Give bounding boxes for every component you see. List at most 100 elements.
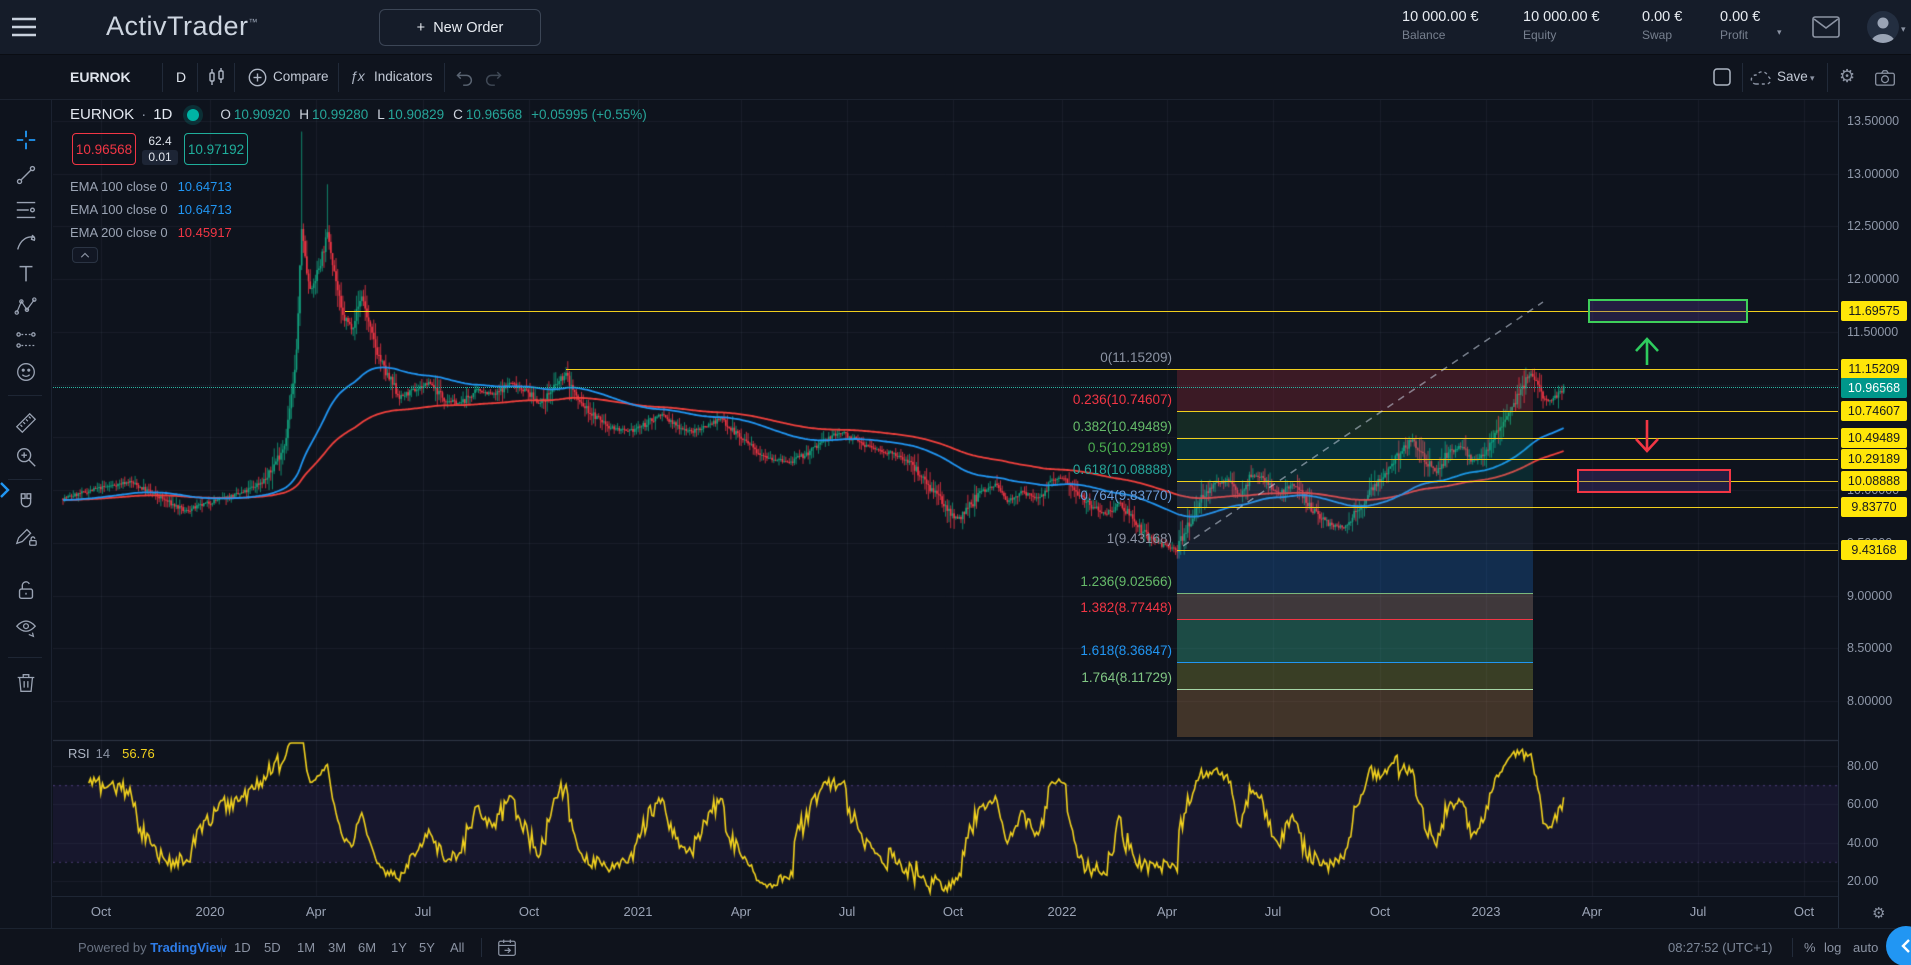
divider bbox=[1742, 63, 1743, 92]
indicator-row[interactable]: EMA 100 close 010.64713 bbox=[70, 200, 232, 218]
undo-icon[interactable] bbox=[454, 68, 474, 86]
new-order-button[interactable]: + New Order bbox=[379, 9, 541, 46]
red-rect-drawing[interactable] bbox=[1577, 469, 1731, 493]
timeframe-1m[interactable]: 1M bbox=[297, 940, 315, 955]
horizontal-level-line[interactable] bbox=[1177, 481, 1838, 482]
timeframe-6m[interactable]: 6M bbox=[358, 940, 376, 955]
fib-level-label[interactable]: 1.618(8.36847) bbox=[1080, 643, 1172, 658]
trash-remove-icon[interactable] bbox=[14, 671, 38, 695]
chevron-down-icon[interactable]: ▾ bbox=[1777, 27, 1782, 38]
chevron-down-icon[interactable]: ▾ bbox=[1810, 73, 1815, 84]
legend-symbol-row[interactable]: EURNOK · 1D O10.90920H10.99280L10.90829C… bbox=[70, 106, 647, 123]
divider bbox=[234, 63, 235, 92]
price-axis[interactable]: 13.5000013.0000012.5000012.0000011.50000… bbox=[1838, 100, 1911, 928]
buy-ask-button[interactable]: 10.97192 bbox=[184, 133, 248, 165]
fib-zone-fill[interactable] bbox=[1177, 662, 1533, 688]
rsi-legend[interactable]: RSI 14 56.76 bbox=[68, 746, 155, 761]
fib-level-label[interactable]: 0.382(10.49489) bbox=[1073, 419, 1172, 434]
left-panel-expander-icon[interactable] bbox=[0, 480, 10, 500]
menu-icon[interactable] bbox=[12, 17, 36, 37]
cloud-save-icon[interactable] bbox=[1750, 69, 1772, 86]
fib-level-label[interactable]: 0(11.15209) bbox=[1100, 350, 1172, 365]
emoji-tool-icon[interactable] bbox=[14, 360, 38, 384]
horizontal-level-line[interactable] bbox=[1177, 550, 1838, 551]
fib-zone-fill[interactable] bbox=[1177, 507, 1533, 550]
fib-zone-fill[interactable] bbox=[1177, 438, 1533, 459]
text-tool-icon[interactable] bbox=[14, 262, 38, 286]
fib-level-label[interactable]: 0.764(9.83770) bbox=[1080, 488, 1172, 503]
interval-button[interactable]: D bbox=[176, 69, 186, 85]
fib-zone-fill[interactable] bbox=[1177, 369, 1533, 412]
fib-level-label[interactable]: 1.236(9.02566) bbox=[1080, 574, 1172, 589]
price-grid-label: 9.00000 bbox=[1847, 589, 1892, 603]
timeframe-1d[interactable]: 1D bbox=[234, 940, 251, 955]
compare-icon[interactable] bbox=[248, 68, 267, 87]
save-button[interactable]: Save bbox=[1777, 69, 1808, 84]
fib-zone-fill[interactable] bbox=[1177, 459, 1533, 480]
axis-settings-gear-icon[interactable]: ⚙ bbox=[1872, 904, 1885, 922]
xabcd-pattern-tool-icon[interactable] bbox=[14, 295, 38, 319]
indicators-button[interactable]: Indicators bbox=[374, 69, 433, 84]
horizontal-level-line[interactable] bbox=[1177, 507, 1838, 508]
indicator-row[interactable]: EMA 100 close 010.64713 bbox=[70, 177, 232, 195]
lock-all-tool-icon[interactable] bbox=[14, 578, 38, 602]
magnet-tool-icon[interactable] bbox=[14, 491, 38, 515]
fib-level-label[interactable]: 0.236(10.74607) bbox=[1073, 392, 1172, 407]
position-tool-icon[interactable] bbox=[14, 328, 38, 352]
fib-zone-fill[interactable] bbox=[1177, 481, 1533, 507]
measure-ruler-tool-icon[interactable] bbox=[14, 411, 38, 435]
symbol-button[interactable]: EURNOK bbox=[70, 69, 131, 85]
fib-zone-fill[interactable] bbox=[1177, 619, 1533, 662]
drawing-lock-tool-icon[interactable] bbox=[14, 524, 38, 548]
zoom-in-tool-icon[interactable] bbox=[14, 445, 38, 469]
timeframe-1y[interactable]: 1Y bbox=[391, 940, 407, 955]
fib-zone-fill[interactable] bbox=[1177, 411, 1533, 437]
crosshair-tool-icon[interactable] bbox=[14, 128, 38, 152]
camera-snapshot-icon[interactable] bbox=[1874, 68, 1896, 87]
green-rect-drawing[interactable] bbox=[1588, 299, 1748, 323]
timeframe-5y[interactable]: 5Y bbox=[419, 940, 435, 955]
percent-scale-button[interactable]: % bbox=[1804, 940, 1816, 955]
stat-value: 0.00 € bbox=[1642, 9, 1682, 25]
auto-scale-button[interactable]: auto bbox=[1853, 940, 1878, 955]
brush-tool-icon[interactable] bbox=[14, 231, 38, 255]
trend-line-tool-icon[interactable] bbox=[14, 163, 38, 187]
fib-zone-fill[interactable] bbox=[1177, 689, 1533, 737]
time-axis[interactable]: Oct2020AprJulOct2021AprJulOct2022AprJulO… bbox=[0, 896, 1838, 928]
redo-icon[interactable] bbox=[484, 68, 504, 86]
layout-select-icon[interactable] bbox=[1712, 67, 1732, 87]
indicator-value: 10.45917 bbox=[178, 225, 232, 240]
timeframe-3m[interactable]: 3M bbox=[328, 940, 346, 955]
session-clock[interactable]: 08:27:52 (UTC+1) bbox=[1668, 940, 1772, 955]
fib-zone-fill[interactable] bbox=[1177, 593, 1533, 619]
fib-retracement-tool-icon[interactable] bbox=[14, 198, 38, 222]
fx-icon[interactable]: ƒx bbox=[350, 68, 365, 84]
fib-zone-fill[interactable] bbox=[1177, 550, 1533, 593]
sell-bid-button[interactable]: 10.96568 bbox=[72, 133, 136, 165]
fib-level-label[interactable]: 1.764(8.11729) bbox=[1081, 670, 1172, 685]
mail-icon[interactable] bbox=[1812, 16, 1840, 38]
chevron-down-icon[interactable]: ▾ bbox=[1901, 24, 1906, 35]
indicator-row[interactable]: EMA 200 close 010.45917 bbox=[70, 223, 232, 241]
candles-style-icon[interactable] bbox=[207, 67, 227, 87]
go-to-date-icon[interactable] bbox=[497, 938, 517, 957]
settings-gear-icon[interactable]: ⚙ bbox=[1839, 66, 1855, 87]
fib-level-label[interactable]: 0.618(10.08888) bbox=[1073, 462, 1172, 477]
collapse-legend-button[interactable] bbox=[72, 247, 98, 263]
hide-drawings-eye-icon[interactable] bbox=[14, 616, 38, 640]
timeframe-all[interactable]: All bbox=[450, 940, 464, 955]
timeframe-5d[interactable]: 5D bbox=[264, 940, 281, 955]
fib-level-label[interactable]: 1.382(8.77448) bbox=[1080, 600, 1172, 615]
log-scale-button[interactable]: log bbox=[1824, 940, 1841, 955]
price-chart-canvas[interactable] bbox=[53, 100, 1838, 896]
fib-level-label[interactable]: 0.5(10.29189) bbox=[1088, 440, 1172, 455]
horizontal-level-line[interactable] bbox=[1177, 438, 1838, 439]
market-open-dot[interactable] bbox=[187, 109, 199, 121]
horizontal-level-line[interactable] bbox=[1177, 411, 1838, 412]
horizontal-level-line[interactable] bbox=[1177, 459, 1838, 460]
horizontal-level-line[interactable] bbox=[566, 369, 1838, 370]
tradingview-link[interactable]: TradingView bbox=[150, 940, 226, 955]
avatar[interactable] bbox=[1867, 11, 1899, 43]
fib-level-label[interactable]: 1(9.43168) bbox=[1107, 531, 1172, 546]
compare-button[interactable]: Compare bbox=[273, 69, 329, 84]
